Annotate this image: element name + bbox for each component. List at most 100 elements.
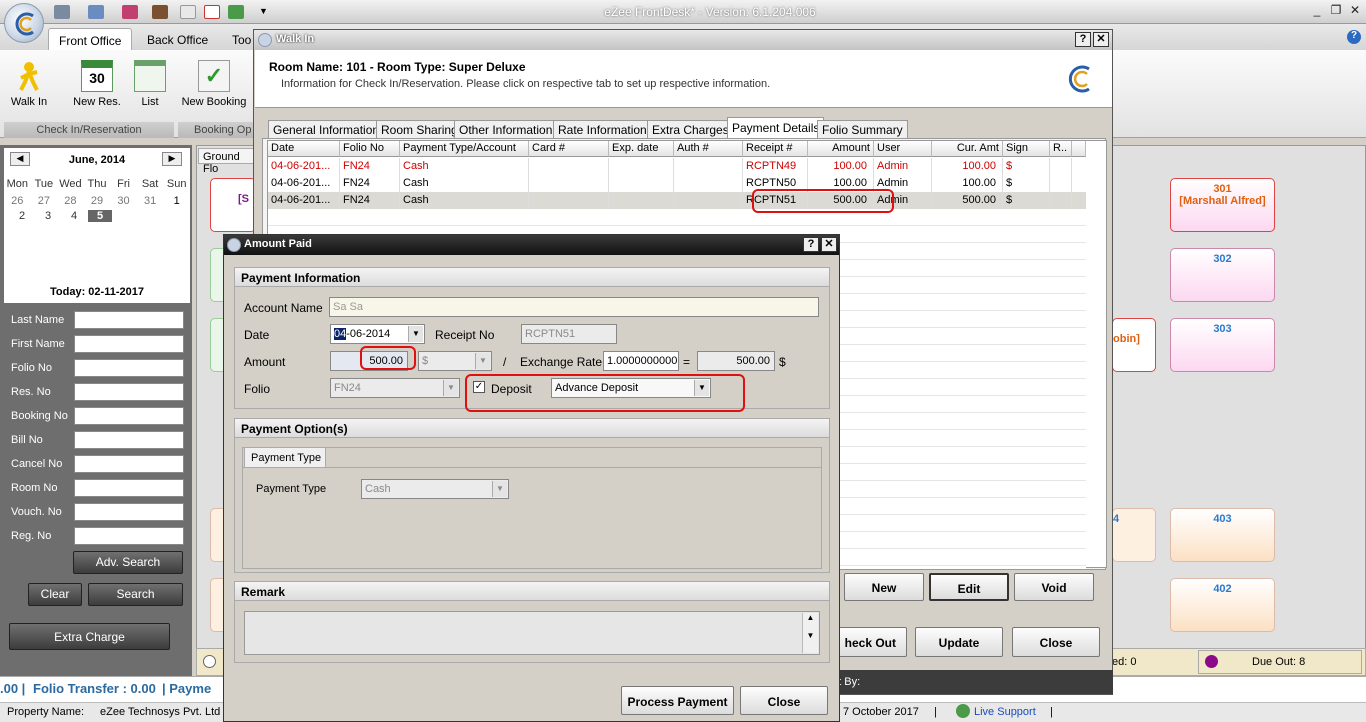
door-icon[interactable] [152,5,168,19]
close-dialog-button[interactable]: Close [740,686,828,715]
col-header[interactable]: Amount [808,141,874,157]
edit-payment-button[interactable]: Edit [929,573,1009,601]
search-button[interactable]: Search [88,583,183,606]
help-icon[interactable]: ? [1347,30,1361,44]
update-button[interactable]: Update [915,627,1003,657]
col-header[interactable]: R.. [1050,141,1072,157]
table-row[interactable]: 04-06-201... FN24 Cash RCPTN50 100.00 Ad… [268,175,1086,192]
document-icon[interactable] [180,5,196,19]
live-support-icon[interactable] [956,704,970,718]
help-icon[interactable]: ? [803,237,819,252]
date-picker[interactable]: 04-06-2014 ▼ [330,324,425,344]
pdf-icon[interactable] [204,5,220,19]
live-support-link[interactable]: Live Support [974,706,1036,718]
room-tile-partial[interactable]: obin] [1112,318,1156,372]
tab-payment-details[interactable]: Payment Details [727,117,825,138]
cancel-no-input[interactable] [74,455,184,473]
currency-select[interactable]: $ ▼ [418,351,492,371]
chevron-down-icon[interactable]: ▼ [443,380,458,396]
room-tile-partial[interactable]: 4 [1112,508,1156,562]
table-row[interactable]: 04-06-201... FN24 Cash RCPTN49 100.00 Ad… [268,158,1086,175]
minimize-icon[interactable]: _ [1308,3,1326,17]
col-header[interactable]: Cur. Amt [932,141,1003,157]
calendar-day[interactable]: 1 [165,195,189,207]
check-doc-icon[interactable] [228,5,244,19]
calendar-day[interactable]: 31 [138,195,162,207]
room-tile-301[interactable]: 301 [Marshall Alfred] [1170,178,1275,232]
calendar-day[interactable]: 2 [10,210,34,222]
payment-type-select[interactable]: Cash ▼ [361,479,509,499]
folio-no-input[interactable] [74,359,184,377]
tab-front-office[interactable]: Front Office [48,28,133,50]
col-header[interactable]: Auth # [674,141,743,157]
reg-no-input[interactable] [74,527,184,545]
clear-button[interactable]: Clear [28,583,82,606]
close-walkin-button[interactable]: Close [1012,627,1100,657]
tab-rate-information[interactable]: Rate Information [553,120,652,138]
table-row-selected[interactable]: 04-06-201... FN24 Cash RCPTN51 500.00 Ad… [268,192,1086,209]
chevron-down-icon[interactable]: ▼ [408,326,423,342]
col-header[interactable]: Sign [1003,141,1050,157]
room-tile-partial[interactable]: [S [210,178,256,232]
col-header[interactable]: User [874,141,932,157]
calendar-day[interactable]: 3 [36,210,60,222]
adv-search-button[interactable]: Adv. Search [73,551,183,574]
calendar-day[interactable]: 30 [112,195,136,207]
tab-extra-charges[interactable]: Extra Charges [647,120,734,138]
folio-select[interactable]: FN24 ▼ [330,378,460,398]
room-no-input[interactable] [74,479,184,497]
receipt-no-field[interactable]: RCPTN51 [521,324,617,344]
mail-icon[interactable] [122,5,138,19]
prev-month-icon[interactable]: ◀ [10,152,30,166]
col-header[interactable]: Date [268,141,340,157]
tab-other-information[interactable]: Other Information [454,120,558,138]
calendar-day-selected[interactable]: 5 [88,210,112,222]
room-tile-402[interactable]: 402 [1170,578,1275,632]
restore-icon[interactable]: ❐ [1327,3,1345,17]
floor-tab[interactable]: Ground Flo [198,148,258,175]
col-header[interactable]: Card # [529,141,609,157]
close-icon[interactable]: ✕ [1346,3,1364,17]
new-booking-button[interactable]: ✓ New Booking [180,60,248,108]
vouch-no-input[interactable] [74,503,184,521]
room-tile-403[interactable]: 403 [1170,508,1275,562]
list-button[interactable]: List [132,60,168,108]
exchange-rate-field[interactable]: 1.0000000000 [603,351,679,371]
first-name-input[interactable] [74,335,184,353]
void-payment-button[interactable]: Void [1014,573,1094,601]
process-payment-button[interactable]: Process Payment [621,686,734,715]
extra-charge-button[interactable]: Extra Charge [9,623,170,650]
calendar-day[interactable]: 27 [32,195,56,207]
next-month-icon[interactable]: ▶ [162,152,182,166]
close-icon[interactable]: ✕ [1093,32,1109,47]
new-payment-button[interactable]: New [844,573,924,601]
remark-scrollbar[interactable]: ▲ ▼ [802,613,818,653]
room-tile-302[interactable]: 302 [1170,248,1275,302]
tab-general-information[interactable]: General Information [268,120,385,138]
calendar-day[interactable]: 4 [62,210,86,222]
col-header[interactable]: Folio No [340,141,400,157]
last-name-input[interactable] [74,311,184,329]
account-name-field[interactable]: Sa Sa [329,297,819,317]
status-radio-icon[interactable] [203,655,216,668]
chevron-down-icon[interactable]: ▼ [475,353,490,369]
help-icon[interactable]: ? [1075,32,1091,47]
walk-in-button[interactable]: Walk In [6,60,52,108]
app-logo-icon[interactable] [4,3,44,43]
calendar-day[interactable]: 26 [5,195,29,207]
tab-payment-type[interactable]: Payment Type [244,447,326,467]
close-icon[interactable]: ✕ [821,237,837,252]
booking-no-input[interactable] [74,407,184,425]
room-tile-303[interactable]: 303 [1170,318,1275,372]
save-icon[interactable] [54,5,70,19]
monitor-icon[interactable] [88,5,104,19]
chevron-down-icon[interactable]: ▼ [492,481,507,497]
col-header[interactable]: Receipt # [743,141,808,157]
check-out-button[interactable]: heck Out [829,627,907,657]
calendar-day[interactable]: 28 [58,195,82,207]
calendar-day[interactable]: 29 [85,195,109,207]
tab-back-office[interactable]: Back Office [137,28,218,50]
remark-textarea[interactable] [244,611,820,655]
col-header[interactable]: Exp. date [609,141,674,157]
tab-folio-summary[interactable]: Folio Summary [817,120,908,138]
